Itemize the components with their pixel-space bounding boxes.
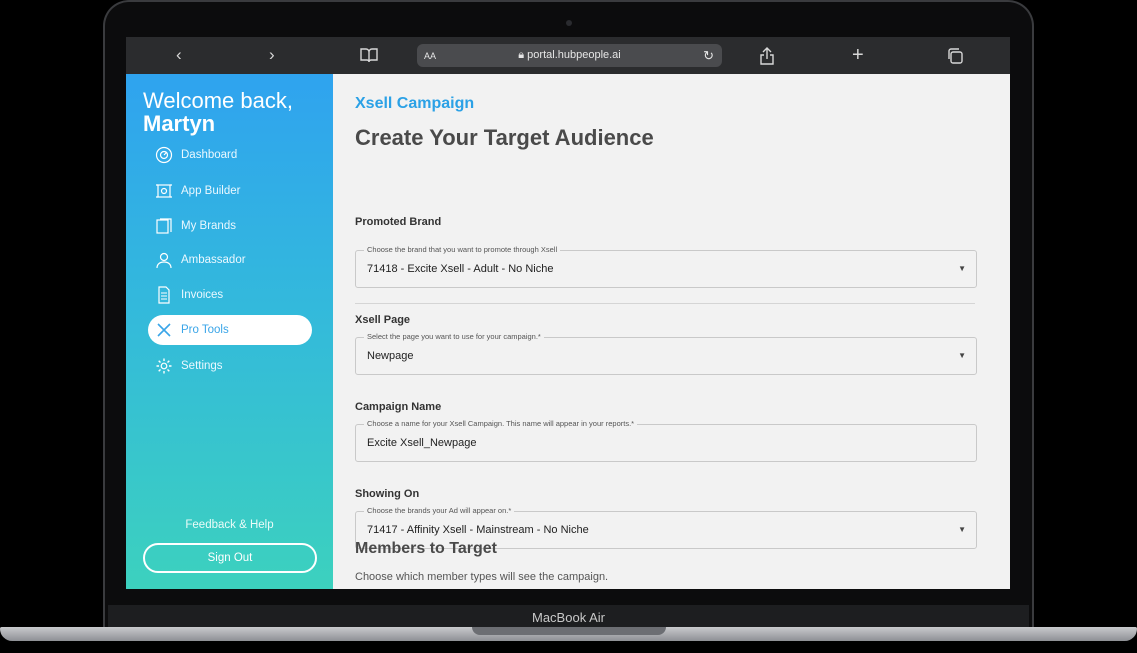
nav-item-label: Pro Tools [181, 324, 229, 336]
divider [355, 303, 975, 304]
invoice-icon [155, 286, 173, 304]
sidebar: Welcome back, Martyn Dashboard App Build… [126, 74, 333, 589]
forward-icon[interactable]: › [269, 46, 275, 63]
app-builder-icon [155, 182, 173, 200]
showing-on-legend: Choose the brands your Ad will appear on… [364, 506, 515, 515]
laptop-chin: MacBook Air [108, 605, 1029, 629]
user-name: Martyn [143, 111, 216, 136]
gear-icon [155, 357, 173, 375]
campaign-name-legend: Choose a name for your Xsell Campaign. T… [364, 419, 638, 428]
url-value: portal.hubpeople.ai [527, 49, 621, 61]
main-content: Xsell Campaign Create Your Target Audien… [333, 74, 1010, 589]
breadcrumb[interactable]: Xsell Campaign [355, 95, 474, 113]
welcome-message: Welcome back, Martyn [143, 89, 293, 135]
promoted-brand-select[interactable]: Choose the brand that you want to promot… [355, 245, 977, 288]
nav-item-my-brands[interactable]: My Brands [148, 211, 312, 241]
sign-out-button[interactable]: Sign Out [143, 543, 317, 573]
new-tab-icon[interactable]: + [852, 45, 864, 65]
promoted-brand-value: 71418 - Excite Xsell - Adult - No Niche [367, 263, 554, 275]
address-bar[interactable]: AA 🔒︎ portal.hubpeople.ai ↻ [417, 44, 722, 67]
nav-item-label: My Brands [181, 220, 236, 232]
share-icon[interactable] [759, 47, 775, 65]
nav-item-label: Ambassador [181, 254, 246, 266]
laptop-notch [472, 627, 666, 635]
camera-icon [566, 20, 572, 26]
chevron-down-icon: ▼ [958, 351, 966, 360]
url-text: 🔒︎ portal.hubpeople.ai [417, 49, 722, 62]
chevron-down-icon: ▼ [958, 525, 966, 534]
feedback-help-link[interactable]: Feedback & Help [126, 519, 333, 531]
welcome-text: Welcome back, [143, 88, 293, 113]
back-icon[interactable]: ‹ [176, 46, 182, 63]
nav-item-app-builder[interactable]: App Builder [148, 176, 312, 206]
my-brands-icon [155, 217, 173, 235]
chevron-down-icon: ▼ [958, 264, 966, 273]
user-icon [155, 251, 173, 269]
nav-item-settings[interactable]: Settings [148, 351, 312, 381]
screen: ‹ › AA 🔒︎ portal.hubpeople.ai ↻ + Welcom… [126, 37, 1010, 589]
bookmarks-icon[interactable] [360, 47, 378, 63]
nav-item-label: App Builder [181, 185, 241, 197]
promoted-brand-legend: Choose the brand that you want to promot… [364, 245, 561, 254]
campaign-name-label: Campaign Name [355, 401, 442, 413]
browser-toolbar: ‹ › AA 🔒︎ portal.hubpeople.ai ↻ + [126, 37, 1010, 74]
lock-icon: 🔒︎ [518, 49, 528, 61]
nav-item-dashboard[interactable]: Dashboard [148, 140, 312, 170]
reload-icon[interactable]: ↻ [703, 48, 714, 64]
showing-on-value: 71417 - Affinity Xsell - Mainstream - No… [367, 524, 589, 536]
nav-item-pro-tools[interactable]: Pro Tools [148, 315, 312, 345]
device-label: MacBook Air [532, 609, 605, 625]
dashboard-icon [155, 146, 173, 164]
xsell-page-legend: Select the page you want to use for your… [364, 332, 544, 341]
text-size-button[interactable]: AA [424, 51, 436, 61]
members-description: Choose which member types will see the c… [355, 571, 609, 583]
nav-item-label: Settings [181, 360, 223, 372]
xsell-page-label: Xsell Page [355, 314, 411, 326]
campaign-name-value: Excite Xsell_Newpage [367, 437, 477, 449]
members-section-title: Members to Target [355, 540, 497, 557]
campaign-name-input[interactable]: Choose a name for your Xsell Campaign. T… [355, 419, 977, 462]
xsell-page-select[interactable]: Select the page you want to use for your… [355, 332, 977, 375]
nav-item-invoices[interactable]: Invoices [148, 280, 312, 310]
promoted-brand-label: Promoted Brand [355, 216, 442, 228]
showing-on-label: Showing On [355, 488, 420, 500]
nav-item-label: Dashboard [181, 149, 238, 161]
tabs-overview-icon[interactable] [946, 47, 964, 65]
nav-item-ambassador[interactable]: Ambassador [148, 245, 312, 275]
tools-icon [155, 321, 173, 339]
page-title: Create Your Target Audience [355, 125, 654, 150]
xsell-page-value: Newpage [367, 350, 414, 362]
nav-item-label: Invoices [181, 289, 224, 301]
